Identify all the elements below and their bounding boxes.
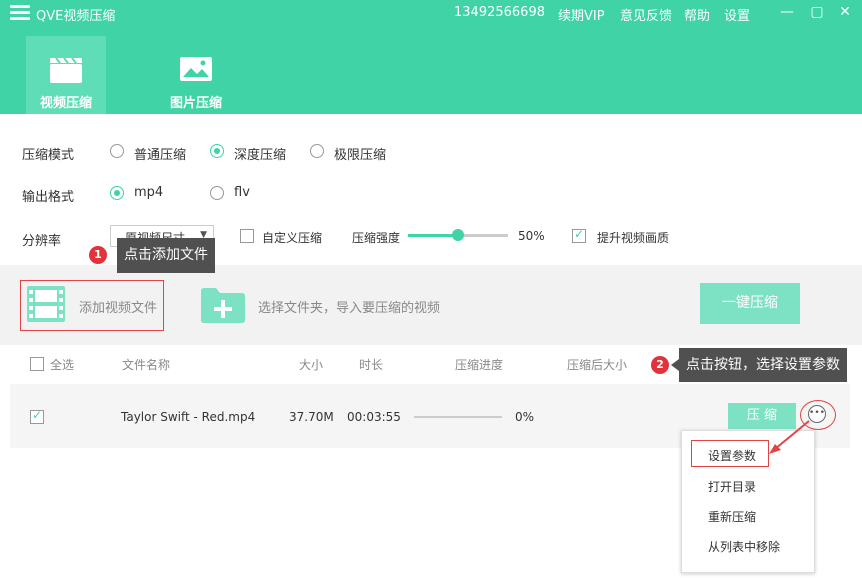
col-duration: 时长 [359, 358, 384, 372]
film-icon [27, 286, 65, 322]
pointer-arrow-icon [769, 420, 810, 454]
strength-value: 50% [518, 229, 545, 243]
radio-mp4[interactable] [110, 186, 124, 200]
custom-compress-label: 自定义压缩 [262, 231, 323, 245]
tooltip-set-params: 点击按钮，选择设置参数 [679, 348, 847, 382]
row-progress-text: 0% [515, 410, 535, 424]
row-progress-bar [414, 416, 502, 418]
normal-compress-label: 普通压缩 [134, 148, 187, 163]
folder-add-icon[interactable] [200, 286, 246, 324]
step-1-badge: 1 [89, 246, 107, 264]
menu-item-remove[interactable]: 从列表中移除 [682, 538, 816, 555]
radio-extreme-compress[interactable] [310, 144, 324, 158]
deep-compress-label: 深度压缩 [234, 148, 287, 163]
col-file-name: 文件名称 [122, 358, 171, 372]
app-logo-icon [10, 5, 30, 21]
menu-item-highlight [691, 440, 769, 467]
tab-video-compress[interactable]: 视频压缩 [26, 36, 106, 114]
renew-vip-link[interactable]: 续期VIP [558, 5, 605, 24]
clapperboard-icon [50, 57, 82, 83]
strength-label: 压缩强度 [352, 231, 401, 245]
maximize-icon[interactable]: ▢ [806, 3, 828, 21]
close-icon[interactable]: ✕ [834, 3, 856, 21]
select-all-label: 全选 [50, 358, 75, 372]
resolution-label: 分辨率 [22, 234, 62, 249]
custom-compress-checkbox[interactable] [240, 229, 254, 243]
feedback-link[interactable]: 意见反馈 [620, 5, 672, 24]
menu-item-recompress[interactable]: 重新压缩 [682, 508, 816, 525]
minimize-icon[interactable]: — [776, 3, 798, 21]
row-size: 37.70M [289, 410, 334, 424]
tab-image-label: 图片压缩 [169, 96, 222, 111]
compress-mode-label: 压缩模式 [22, 148, 75, 163]
col-progress: 压缩进度 [455, 358, 504, 372]
help-link[interactable]: 帮助 [684, 5, 710, 24]
strength-slider[interactable] [408, 229, 508, 241]
add-folder-label[interactable]: 选择文件夹，导入要压缩的视频 [258, 297, 440, 316]
radio-flv[interactable] [210, 186, 224, 200]
title-bar: QVE视频压缩 13492566698 续期VIP 意见反馈 帮助 设置 — ▢… [0, 0, 862, 26]
col-size: 大小 [299, 358, 324, 372]
step-2-badge: 2 [651, 356, 669, 374]
menu-item-open-folder[interactable]: 打开目录 [682, 478, 816, 495]
tab-video-label: 视频压缩 [39, 96, 92, 111]
radio-deep-compress[interactable] [210, 144, 224, 158]
tooltip-add-file: 点击添加文件 [117, 238, 215, 273]
app-title: QVE视频压缩 [36, 9, 116, 24]
col-compressed-size: 压缩后大小 [567, 358, 628, 372]
compress-all-button[interactable]: 一键压缩 [700, 283, 800, 324]
extreme-compress-label: 极限压缩 [334, 148, 387, 163]
enhance-quality-checkbox[interactable] [572, 227, 586, 243]
strength-slider-knob[interactable] [452, 229, 464, 241]
user-phone[interactable]: 13492566698 [454, 5, 545, 20]
select-all-checkbox[interactable] [30, 357, 44, 371]
mp4-label: mp4 [134, 185, 164, 200]
app-header: QVE视频压缩 13492566698 续期VIP 意见反馈 帮助 设置 — ▢… [0, 0, 862, 114]
settings-link[interactable]: 设置 [724, 5, 750, 24]
tab-image-compress[interactable]: 图片压缩 [156, 36, 236, 114]
row-file-name: Taylor Swift - Red.mp4 [121, 410, 256, 424]
tooltip-pointer [671, 359, 679, 371]
picture-icon [180, 57, 212, 81]
output-format-label: 输出格式 [22, 190, 75, 205]
enhance-quality-label: 提升视频画质 [597, 231, 670, 245]
row-checkbox[interactable] [30, 408, 44, 424]
radio-normal-compress[interactable] [110, 144, 124, 158]
add-file-label: 添加视频文件 [79, 301, 158, 316]
strength-slider-fill [408, 234, 458, 237]
flv-label: flv [234, 185, 250, 200]
row-duration: 00:03:55 [347, 410, 401, 424]
